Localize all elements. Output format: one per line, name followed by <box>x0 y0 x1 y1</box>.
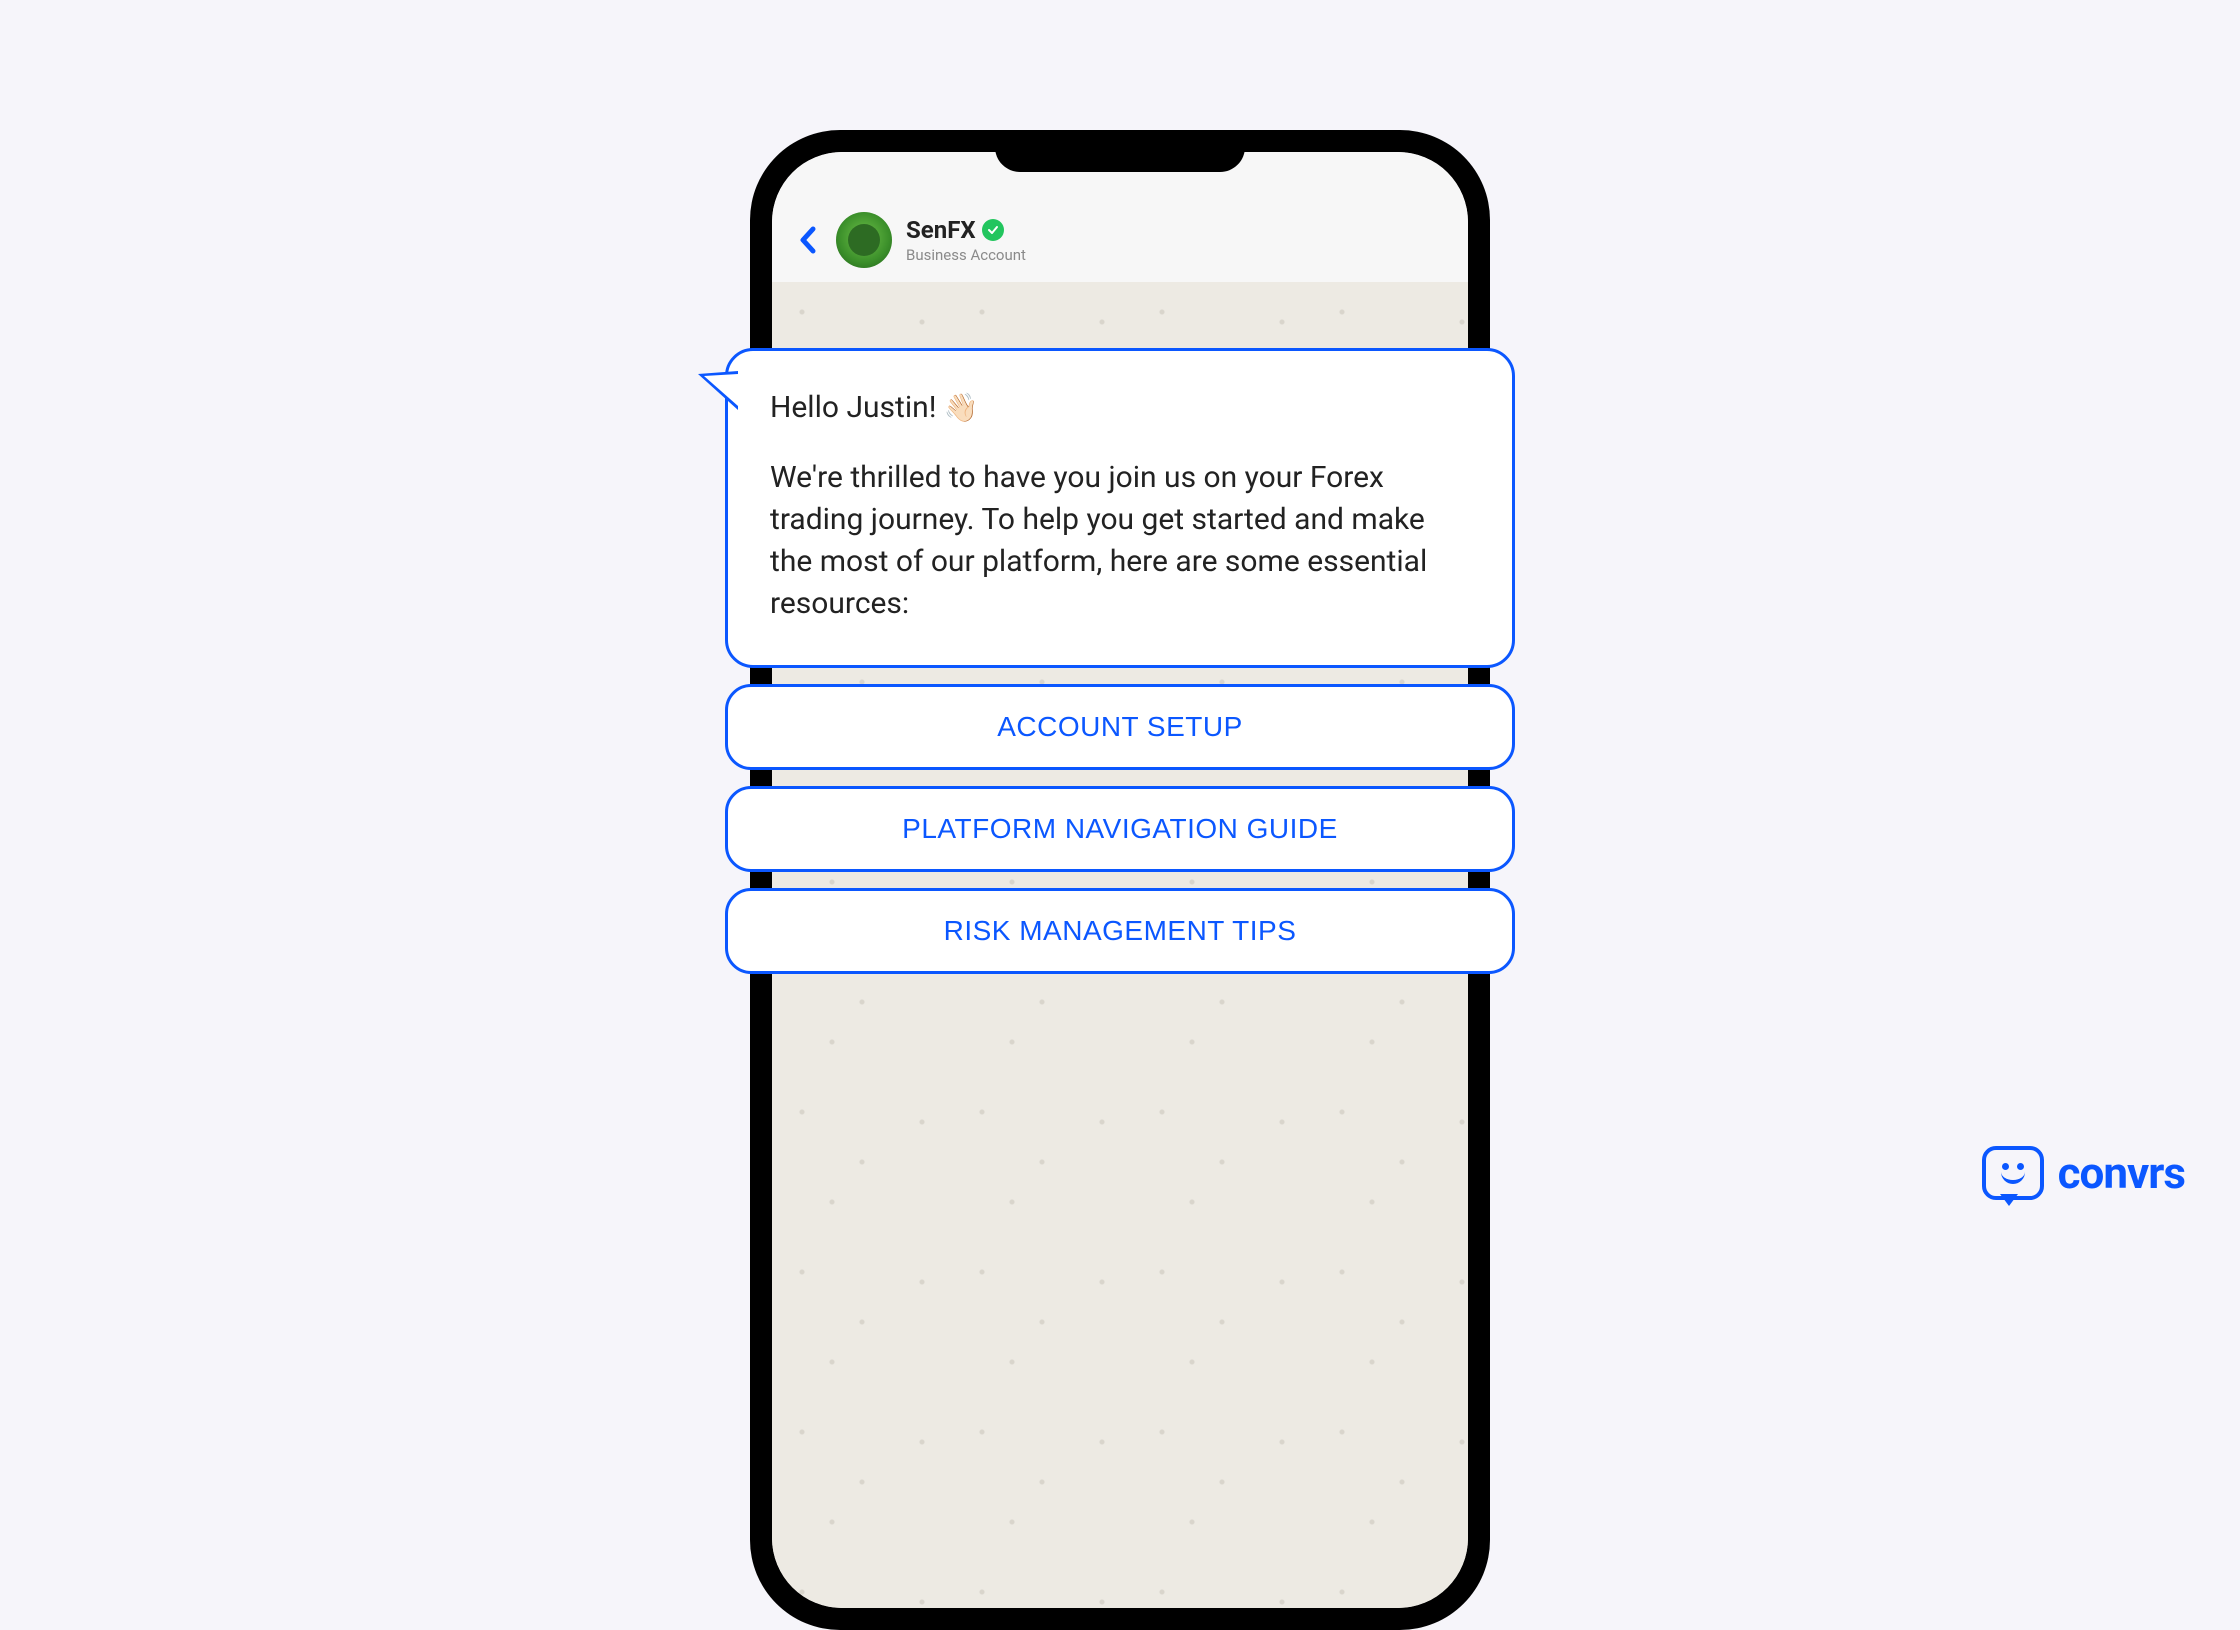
brand-chat-icon <box>1982 1146 2044 1200</box>
header-text: SenFX Business Account <box>906 216 1026 264</box>
wave-icon: 👋🏻 <box>944 391 979 424</box>
message-body: We're thrilled to have you join us on yo… <box>770 457 1470 625</box>
option-risk-tips[interactable]: RISK MANAGEMENT TIPS <box>725 888 1515 974</box>
phone-notch <box>995 130 1245 172</box>
verified-badge-icon <box>982 219 1004 241</box>
option-platform-guide[interactable]: PLATFORM NAVIGATION GUIDE <box>725 786 1515 872</box>
back-button[interactable] <box>790 222 826 258</box>
account-subtitle: Business Account <box>906 246 1026 264</box>
avatar[interactable] <box>836 212 892 268</box>
message-bubble: Hello Justin! 👋🏻 We're thrilled to have … <box>725 348 1515 668</box>
message-group: Hello Justin! 👋🏻 We're thrilled to have … <box>725 348 1515 974</box>
brand-name: convrs <box>2058 1147 2185 1199</box>
chevron-left-icon <box>797 226 819 254</box>
message-greeting-row: Hello Justin! 👋🏻 <box>770 387 1470 429</box>
avatar-graphic <box>848 224 880 256</box>
header-name-row: SenFX <box>906 216 1026 244</box>
option-account-setup[interactable]: ACCOUNT SETUP <box>725 684 1515 770</box>
message-greeting: Hello Justin! <box>770 390 936 425</box>
brand-logo: convrs <box>1982 1146 2185 1200</box>
account-name: SenFX <box>906 216 976 244</box>
